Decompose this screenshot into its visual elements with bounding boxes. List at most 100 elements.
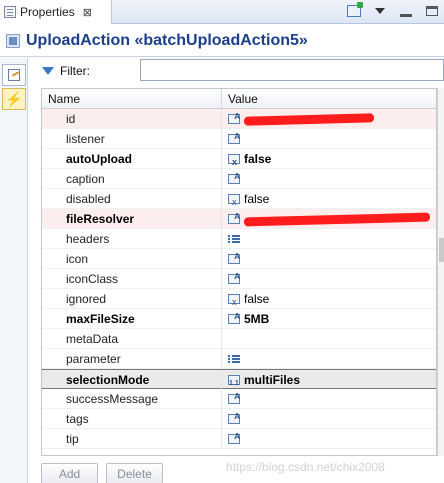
property-name: caption <box>42 169 222 189</box>
text-type-icon <box>228 389 240 407</box>
property-name: icon <box>42 249 222 269</box>
property-value[interactable] <box>222 209 436 229</box>
property-value[interactable] <box>222 109 436 129</box>
property-value[interactable]: false <box>222 189 436 209</box>
boolean-type-icon <box>228 292 240 309</box>
property-value-text: 5MB <box>244 312 270 326</box>
redacted-value <box>243 212 431 226</box>
column-header-name[interactable]: Name <box>42 89 222 109</box>
property-name: selectionMode <box>42 370 222 390</box>
maximize-icon <box>426 6 438 16</box>
property-value[interactable] <box>222 249 436 269</box>
property-value[interactable] <box>222 229 436 249</box>
view-toolbar <box>346 2 440 19</box>
text-type-icon <box>228 269 240 287</box>
table-row[interactable]: fileResolver <box>42 209 436 229</box>
property-value[interactable]: 5MB <box>222 309 436 329</box>
table-row[interactable]: parameter <box>42 349 436 369</box>
properties-header: UploadAction «batchUploadAction5» <box>0 25 444 57</box>
table-row[interactable]: caption <box>42 169 436 189</box>
property-name: ignored <box>42 289 222 309</box>
property-name: successMessage <box>42 389 222 409</box>
table-row[interactable]: icon <box>42 249 436 269</box>
table-row[interactable]: successMessage <box>42 389 436 409</box>
document-edit-icon <box>8 69 20 81</box>
property-name: parameter <box>42 349 222 369</box>
properties-icon <box>4 6 16 18</box>
vertical-scrollbar[interactable] <box>437 88 444 456</box>
column-header-value[interactable]: Value <box>222 89 436 109</box>
close-icon[interactable]: ⊠ <box>83 6 92 19</box>
page-title: UploadAction «batchUploadAction5» <box>26 31 308 49</box>
property-value[interactable]: false <box>222 289 436 309</box>
property-value[interactable]: false <box>222 149 436 169</box>
property-value[interactable]: multiFiles <box>222 370 436 390</box>
property-value[interactable] <box>222 429 436 449</box>
property-name: listener <box>42 129 222 149</box>
tab-label: Properties <box>20 5 75 19</box>
property-value[interactable] <box>222 389 436 409</box>
view-menu-button[interactable] <box>372 3 388 19</box>
add-button[interactable]: Add <box>41 463 98 483</box>
table-row[interactable]: id <box>42 109 436 129</box>
text-type-icon <box>228 309 240 327</box>
category-tab-strip: ⚡ <box>0 58 28 483</box>
property-name: autoUpload <box>42 149 222 169</box>
table-row[interactable]: selectionMode multiFiles <box>42 369 436 390</box>
minimize-button[interactable] <box>398 3 414 19</box>
property-value[interactable] <box>222 169 436 189</box>
table-row[interactable]: ignored false <box>42 289 436 309</box>
table-row[interactable]: autoUpload false <box>42 149 436 169</box>
property-name: id <box>42 109 222 129</box>
maximize-button[interactable] <box>424 3 440 19</box>
watermark: https://blog.csdn.net/chix2008 <box>226 460 385 474</box>
table-row[interactable]: headers <box>42 229 436 249</box>
property-name: tags <box>42 409 222 429</box>
tab-events-category[interactable]: ⚡ <box>2 88 26 110</box>
property-value[interactable] <box>222 409 436 429</box>
property-name: fileResolver <box>42 209 222 229</box>
text-type-icon <box>228 429 240 447</box>
property-value[interactable] <box>222 269 436 289</box>
property-name: tip <box>42 429 222 449</box>
table-row[interactable]: listener <box>42 129 436 149</box>
lightning-icon: ⚡ <box>5 91 23 107</box>
redacted-value <box>243 112 375 126</box>
table-row[interactable]: disabled false <box>42 189 436 209</box>
table-row[interactable]: tags <box>42 409 436 429</box>
minimize-icon <box>400 13 412 17</box>
property-value-text: multiFiles <box>244 373 301 387</box>
text-type-icon <box>228 109 240 127</box>
text-type-icon <box>228 129 240 147</box>
scrollbar-thumb[interactable] <box>439 238 444 262</box>
property-value[interactable] <box>222 349 436 369</box>
text-type-icon <box>228 409 240 427</box>
tab-properties-category[interactable] <box>2 64 26 86</box>
table-row[interactable]: iconClass <box>42 269 436 289</box>
property-value-text: false <box>244 192 270 206</box>
table-row[interactable]: metaData <box>42 329 436 349</box>
property-name: iconClass <box>42 269 222 289</box>
text-type-icon <box>228 169 240 187</box>
property-value[interactable] <box>222 129 436 149</box>
table-row[interactable]: tip <box>42 429 436 449</box>
list-type-icon <box>228 354 240 364</box>
pin-view-button[interactable] <box>346 2 363 19</box>
filter-bar: Filter: <box>36 59 444 83</box>
table-row[interactable]: maxFileSize 5MB <box>42 309 436 329</box>
properties-table: Name Value idlistenerautoUpload false capt… <box>41 88 437 456</box>
text-type-icon <box>228 249 240 267</box>
filter-input[interactable] <box>140 59 444 81</box>
property-name: disabled <box>42 189 222 209</box>
table-header: Name Value <box>42 89 436 109</box>
property-name: maxFileSize <box>42 309 222 329</box>
component-icon <box>6 33 20 48</box>
property-name: metaData <box>42 329 222 349</box>
property-value[interactable] <box>222 329 436 349</box>
delete-button[interactable]: Delete <box>106 463 163 483</box>
view-tab-bar: Properties ⊠ <box>0 0 444 24</box>
funnel-icon <box>42 67 54 75</box>
enum-type-icon <box>228 374 240 390</box>
properties-tab[interactable]: Properties ⊠ <box>0 0 112 24</box>
action-buttons: Add Delete <box>41 463 163 483</box>
